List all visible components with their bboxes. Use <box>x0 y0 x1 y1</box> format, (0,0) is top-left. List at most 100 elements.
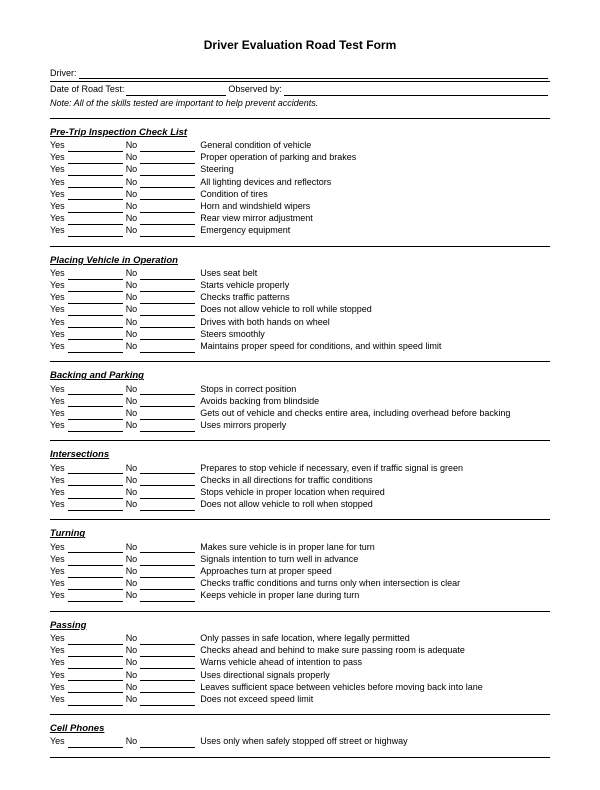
driver-blank[interactable] <box>79 69 549 79</box>
no-blank[interactable] <box>140 167 195 176</box>
yes-blank[interactable] <box>68 179 123 188</box>
no-blank[interactable] <box>140 660 195 669</box>
check-row: YesNoMakes sure vehicle is in proper lan… <box>50 542 550 554</box>
divider <box>50 611 550 612</box>
no-blank[interactable] <box>140 271 195 280</box>
no-blank[interactable] <box>140 739 195 748</box>
no-blank[interactable] <box>140 411 195 420</box>
section-heading: Placing Vehicle in Operation <box>50 255 550 267</box>
yes-blank[interactable] <box>68 143 123 152</box>
yes-label: Yes <box>50 268 65 280</box>
no-blank[interactable] <box>140 648 195 657</box>
check-row: YesNoStarts vehicle properly <box>50 280 550 292</box>
no-blank[interactable] <box>140 307 195 316</box>
yes-blank[interactable] <box>68 398 123 407</box>
yes-blank[interactable] <box>68 569 123 578</box>
check-row: YesNoPrepares to stop vehicle if necessa… <box>50 463 550 475</box>
yes-blank[interactable] <box>68 344 123 353</box>
check-description: Uses seat belt <box>200 268 550 280</box>
yes-label: Yes <box>50 152 65 164</box>
yes-blank[interactable] <box>68 557 123 566</box>
no-label: No <box>126 280 138 292</box>
check-description: Prepares to stop vehicle if necessary, e… <box>200 463 550 475</box>
yes-blank[interactable] <box>68 739 123 748</box>
no-blank[interactable] <box>140 179 195 188</box>
yes-blank[interactable] <box>68 490 123 499</box>
no-blank[interactable] <box>140 398 195 407</box>
no-blank[interactable] <box>140 477 195 486</box>
yes-blank[interactable] <box>68 307 123 316</box>
yes-blank[interactable] <box>68 660 123 669</box>
no-blank[interactable] <box>140 672 195 681</box>
yes-blank[interactable] <box>68 155 123 164</box>
no-blank[interactable] <box>140 423 195 432</box>
yes-blank[interactable] <box>68 581 123 590</box>
no-blank[interactable] <box>140 191 195 200</box>
yes-blank[interactable] <box>68 697 123 706</box>
check-row: YesNoChecks ahead and behind to make sur… <box>50 645 550 657</box>
no-blank[interactable] <box>140 143 195 152</box>
no-blank[interactable] <box>140 593 195 602</box>
yes-blank[interactable] <box>68 228 123 237</box>
no-blank[interactable] <box>140 295 195 304</box>
section-heading: Turning <box>50 528 550 540</box>
observed-blank[interactable] <box>284 86 548 96</box>
yes-blank[interactable] <box>68 465 123 474</box>
yes-label: Yes <box>50 542 65 554</box>
no-blank[interactable] <box>140 283 195 292</box>
check-row: YesNoUses seat belt <box>50 268 550 280</box>
date-blank[interactable] <box>126 86 226 96</box>
yes-blank[interactable] <box>68 648 123 657</box>
no-blank[interactable] <box>140 544 195 553</box>
no-blank[interactable] <box>140 684 195 693</box>
check-description: Uses directional signals properly <box>200 670 550 682</box>
yes-label: Yes <box>50 590 65 602</box>
no-blank[interactable] <box>140 319 195 328</box>
no-blank[interactable] <box>140 557 195 566</box>
yes-blank[interactable] <box>68 167 123 176</box>
yes-label: Yes <box>50 657 65 669</box>
yes-blank[interactable] <box>68 283 123 292</box>
yes-blank[interactable] <box>68 191 123 200</box>
yes-blank[interactable] <box>68 216 123 225</box>
check-description: Keeps vehicle in proper lane during turn <box>200 590 550 602</box>
yes-blank[interactable] <box>68 477 123 486</box>
no-blank[interactable] <box>140 216 195 225</box>
yes-blank[interactable] <box>68 684 123 693</box>
no-blank[interactable] <box>140 697 195 706</box>
yes-blank[interactable] <box>68 423 123 432</box>
yes-blank[interactable] <box>68 295 123 304</box>
no-label: No <box>126 420 138 432</box>
no-label: No <box>126 189 138 201</box>
check-description: Does not exceed speed limit <box>200 694 550 706</box>
check-description: Only passes in safe location, where lega… <box>200 633 550 645</box>
yes-blank[interactable] <box>68 636 123 645</box>
no-blank[interactable] <box>140 636 195 645</box>
yes-blank[interactable] <box>68 319 123 328</box>
no-blank[interactable] <box>140 569 195 578</box>
yes-blank[interactable] <box>68 331 123 340</box>
no-blank[interactable] <box>140 386 195 395</box>
yes-blank[interactable] <box>68 593 123 602</box>
no-blank[interactable] <box>140 465 195 474</box>
no-blank[interactable] <box>140 344 195 353</box>
no-label: No <box>126 140 138 152</box>
no-blank[interactable] <box>140 581 195 590</box>
check-description: Checks traffic conditions and turns only… <box>200 578 550 590</box>
yes-blank[interactable] <box>68 411 123 420</box>
yes-blank[interactable] <box>68 672 123 681</box>
yes-blank[interactable] <box>68 386 123 395</box>
no-blank[interactable] <box>140 204 195 213</box>
no-blank[interactable] <box>140 502 195 511</box>
yes-blank[interactable] <box>68 502 123 511</box>
yes-label: Yes <box>50 189 65 201</box>
no-blank[interactable] <box>140 490 195 499</box>
no-blank[interactable] <box>140 331 195 340</box>
yes-blank[interactable] <box>68 204 123 213</box>
yes-blank[interactable] <box>68 544 123 553</box>
no-blank[interactable] <box>140 228 195 237</box>
check-row: YesNoProper operation of parking and bra… <box>50 152 550 164</box>
no-blank[interactable] <box>140 155 195 164</box>
yes-blank[interactable] <box>68 271 123 280</box>
yes-label: Yes <box>50 213 65 225</box>
